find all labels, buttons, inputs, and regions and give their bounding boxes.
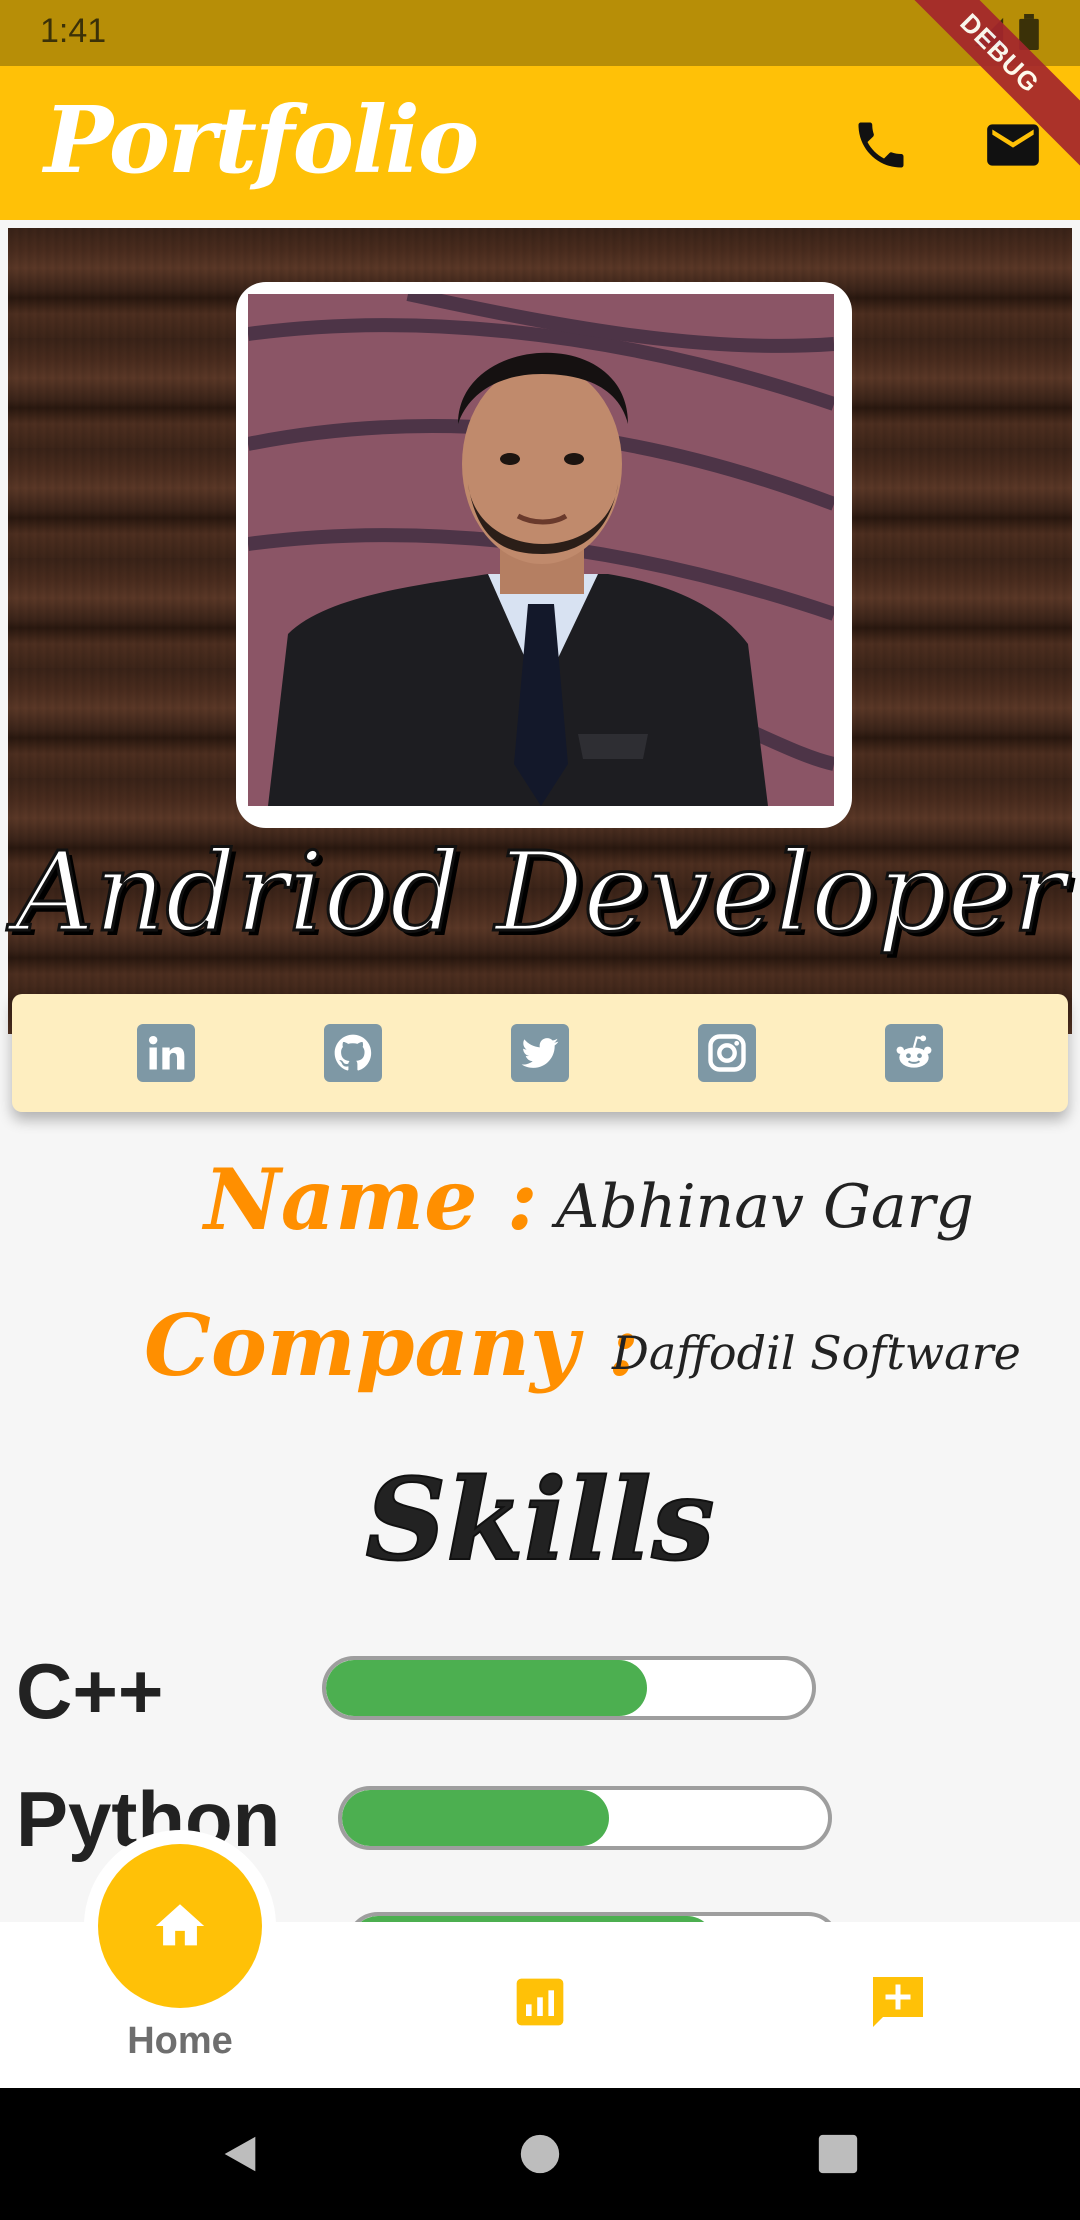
company-value: Daffodil Software: [612, 1326, 1021, 1380]
skill-bar-fill: [326, 1660, 647, 1716]
home-nav-label: Home: [127, 2020, 233, 2062]
add-comment-icon: [873, 1977, 923, 2027]
company-label: Company :: [144, 1296, 640, 1395]
status-time: 1:41: [40, 12, 107, 50]
mail-icon: [987, 124, 1039, 166]
back-button[interactable]: [212, 2126, 268, 2182]
status-bar: 1:41: [0, 0, 1080, 66]
system-navigation-bar: [0, 2088, 1080, 2220]
skills-title: Skills: [364, 1454, 715, 1587]
profile-photo-illustration: [248, 294, 834, 806]
home-icon: [155, 1904, 205, 1946]
twitter-icon[interactable]: [510, 1024, 569, 1082]
linkedin-icon[interactable]: [136, 1024, 195, 1082]
circle-icon: [520, 2134, 560, 2174]
hero-title: Andriod Developer: [13, 827, 1066, 958]
stats-nav-button[interactable]: [510, 1972, 570, 2032]
square-icon: [818, 2134, 858, 2174]
reddit-icon[interactable]: [885, 1024, 944, 1082]
profile-photo-frame: [236, 282, 852, 828]
hero-banner: Andriod Developer: [8, 228, 1072, 1034]
app-title: Portfolio: [44, 86, 479, 194]
skill-bar-cpp: [322, 1656, 816, 1720]
phone-icon: [858, 122, 904, 168]
skill-label-cpp: C++: [16, 1647, 164, 1735]
home-fab[interactable]: [98, 1844, 262, 2008]
skill-bar-python: [338, 1786, 832, 1850]
back-icon: [224, 2136, 256, 2172]
add-comment-nav-button[interactable]: [868, 1972, 928, 2032]
app-bar: Portfolio: [0, 66, 1080, 220]
chart-icon: [516, 1978, 564, 2026]
github-icon[interactable]: [323, 1024, 382, 1082]
home-nav-button[interactable]: [84, 1830, 276, 2022]
skill-bar-fill: [342, 1790, 610, 1846]
phone-button[interactable]: [846, 110, 916, 180]
recents-button[interactable]: [810, 2126, 866, 2182]
instagram-icon[interactable]: [698, 1024, 757, 1082]
name-label: Name :: [204, 1150, 538, 1249]
social-links-bar: [12, 994, 1068, 1112]
home-system-button[interactable]: [512, 2126, 568, 2182]
profile-photo: [248, 294, 834, 806]
name-value: Abhinav Garg: [556, 1172, 974, 1242]
